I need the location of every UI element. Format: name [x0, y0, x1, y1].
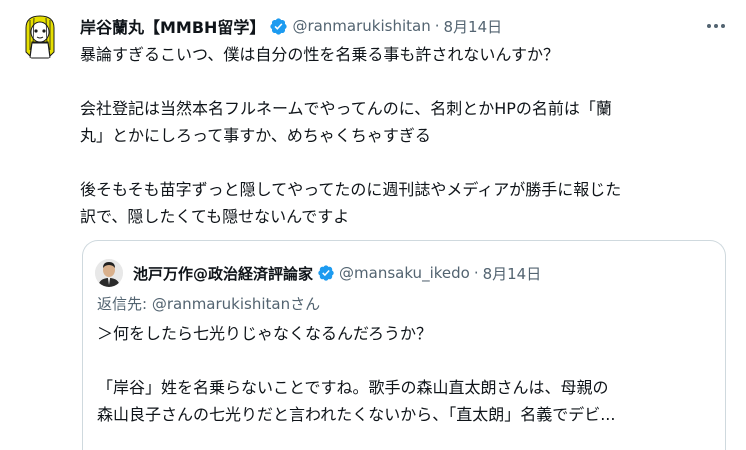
quoted-author-display-name: 池戸万作@政治経済評論家 [133, 264, 314, 283]
quoted-text-line: 「岸谷」姓を名乗らないことですね。歌手の森山直太朗さんは、母親の [97, 378, 609, 397]
author-handle[interactable]: @ranmarukishitan [292, 17, 430, 35]
tweet-text-line: 暴論すぎるこいつ、僕は自分の性を名乗る事も許されないんすか？ [80, 45, 560, 64]
author-display-name[interactable]: 岸谷蘭丸【MMBH留学】 [80, 14, 265, 38]
person-photo-icon [95, 259, 123, 287]
tweet-header: 岸谷蘭丸【MMBH留学】 @ranmarukishitan · 8月14日 [80, 14, 502, 38]
tweet-body: 暴論すぎるこいつ、僕は自分の性を名乗る事も許されないんすか？ 会社登記は当然本名… [80, 41, 730, 230]
separator-dot: · [434, 17, 440, 35]
verified-badge-icon [269, 17, 288, 36]
more-dots-icon [707, 24, 725, 28]
quoted-tweet-body: ＞何をしたら七光りじゃなくなるんだろうか？ 「岸谷」姓を名乗らないことですね。歌… [97, 320, 715, 428]
reply-to-suffix: さん [290, 295, 321, 313]
reply-to-prefix: 返信先: [97, 295, 152, 313]
reply-to-line: 返信先: @ranmarukishitanさん [97, 293, 320, 314]
quoted-tweet-header: 池戸万作@政治経済評論家 @mansaku_ikedo · 8月14日 [133, 261, 541, 285]
verified-badge-icon [317, 264, 335, 282]
tweet: 岸谷蘭丸【MMBH留学】 @ranmarukishitan · 8月14日 暴論… [0, 0, 746, 450]
tweet-timestamp[interactable]: 8月14日 [444, 16, 503, 37]
author-avatar[interactable] [16, 12, 64, 60]
quoted-text-line: 森山良子さんの七光りだと言われたくないから、「直太朗」名義でデビ... [97, 405, 616, 424]
tweet-text-line: 訳で、隠したくても隠せないんですよ [80, 207, 350, 226]
cartoon-avatar-icon [16, 12, 64, 60]
quoted-tweet-card[interactable]: 池戸万作@政治経済評論家 @mansaku_ikedo · 8月14日 返信先:… [82, 240, 726, 450]
quoted-text-line: ＞何をしたら七光りじゃなくなるんだろうか？ [97, 324, 433, 343]
quoted-tweet-timestamp: 8月14日 [482, 264, 542, 283]
tweet-text-line: 後そもそも苗字ずっと隠してやってたのに週刊誌やメディアが勝手に報じた [80, 180, 622, 199]
separator-dot: · [473, 264, 479, 282]
more-options-button[interactable] [704, 16, 728, 36]
tweet-text-line: 会社登記は当然本名フルネームでやってんのに、名刺とかHPの名前は「蘭 [80, 99, 612, 118]
tweet-text-line: 丸」とかにしろって事すか、めちゃくちゃすぎる [80, 126, 431, 145]
quoted-author-avatar [95, 259, 123, 287]
reply-to-handle: @ranmarukishitan [151, 295, 291, 313]
quoted-author-handle: @mansaku_ikedo [339, 264, 470, 282]
